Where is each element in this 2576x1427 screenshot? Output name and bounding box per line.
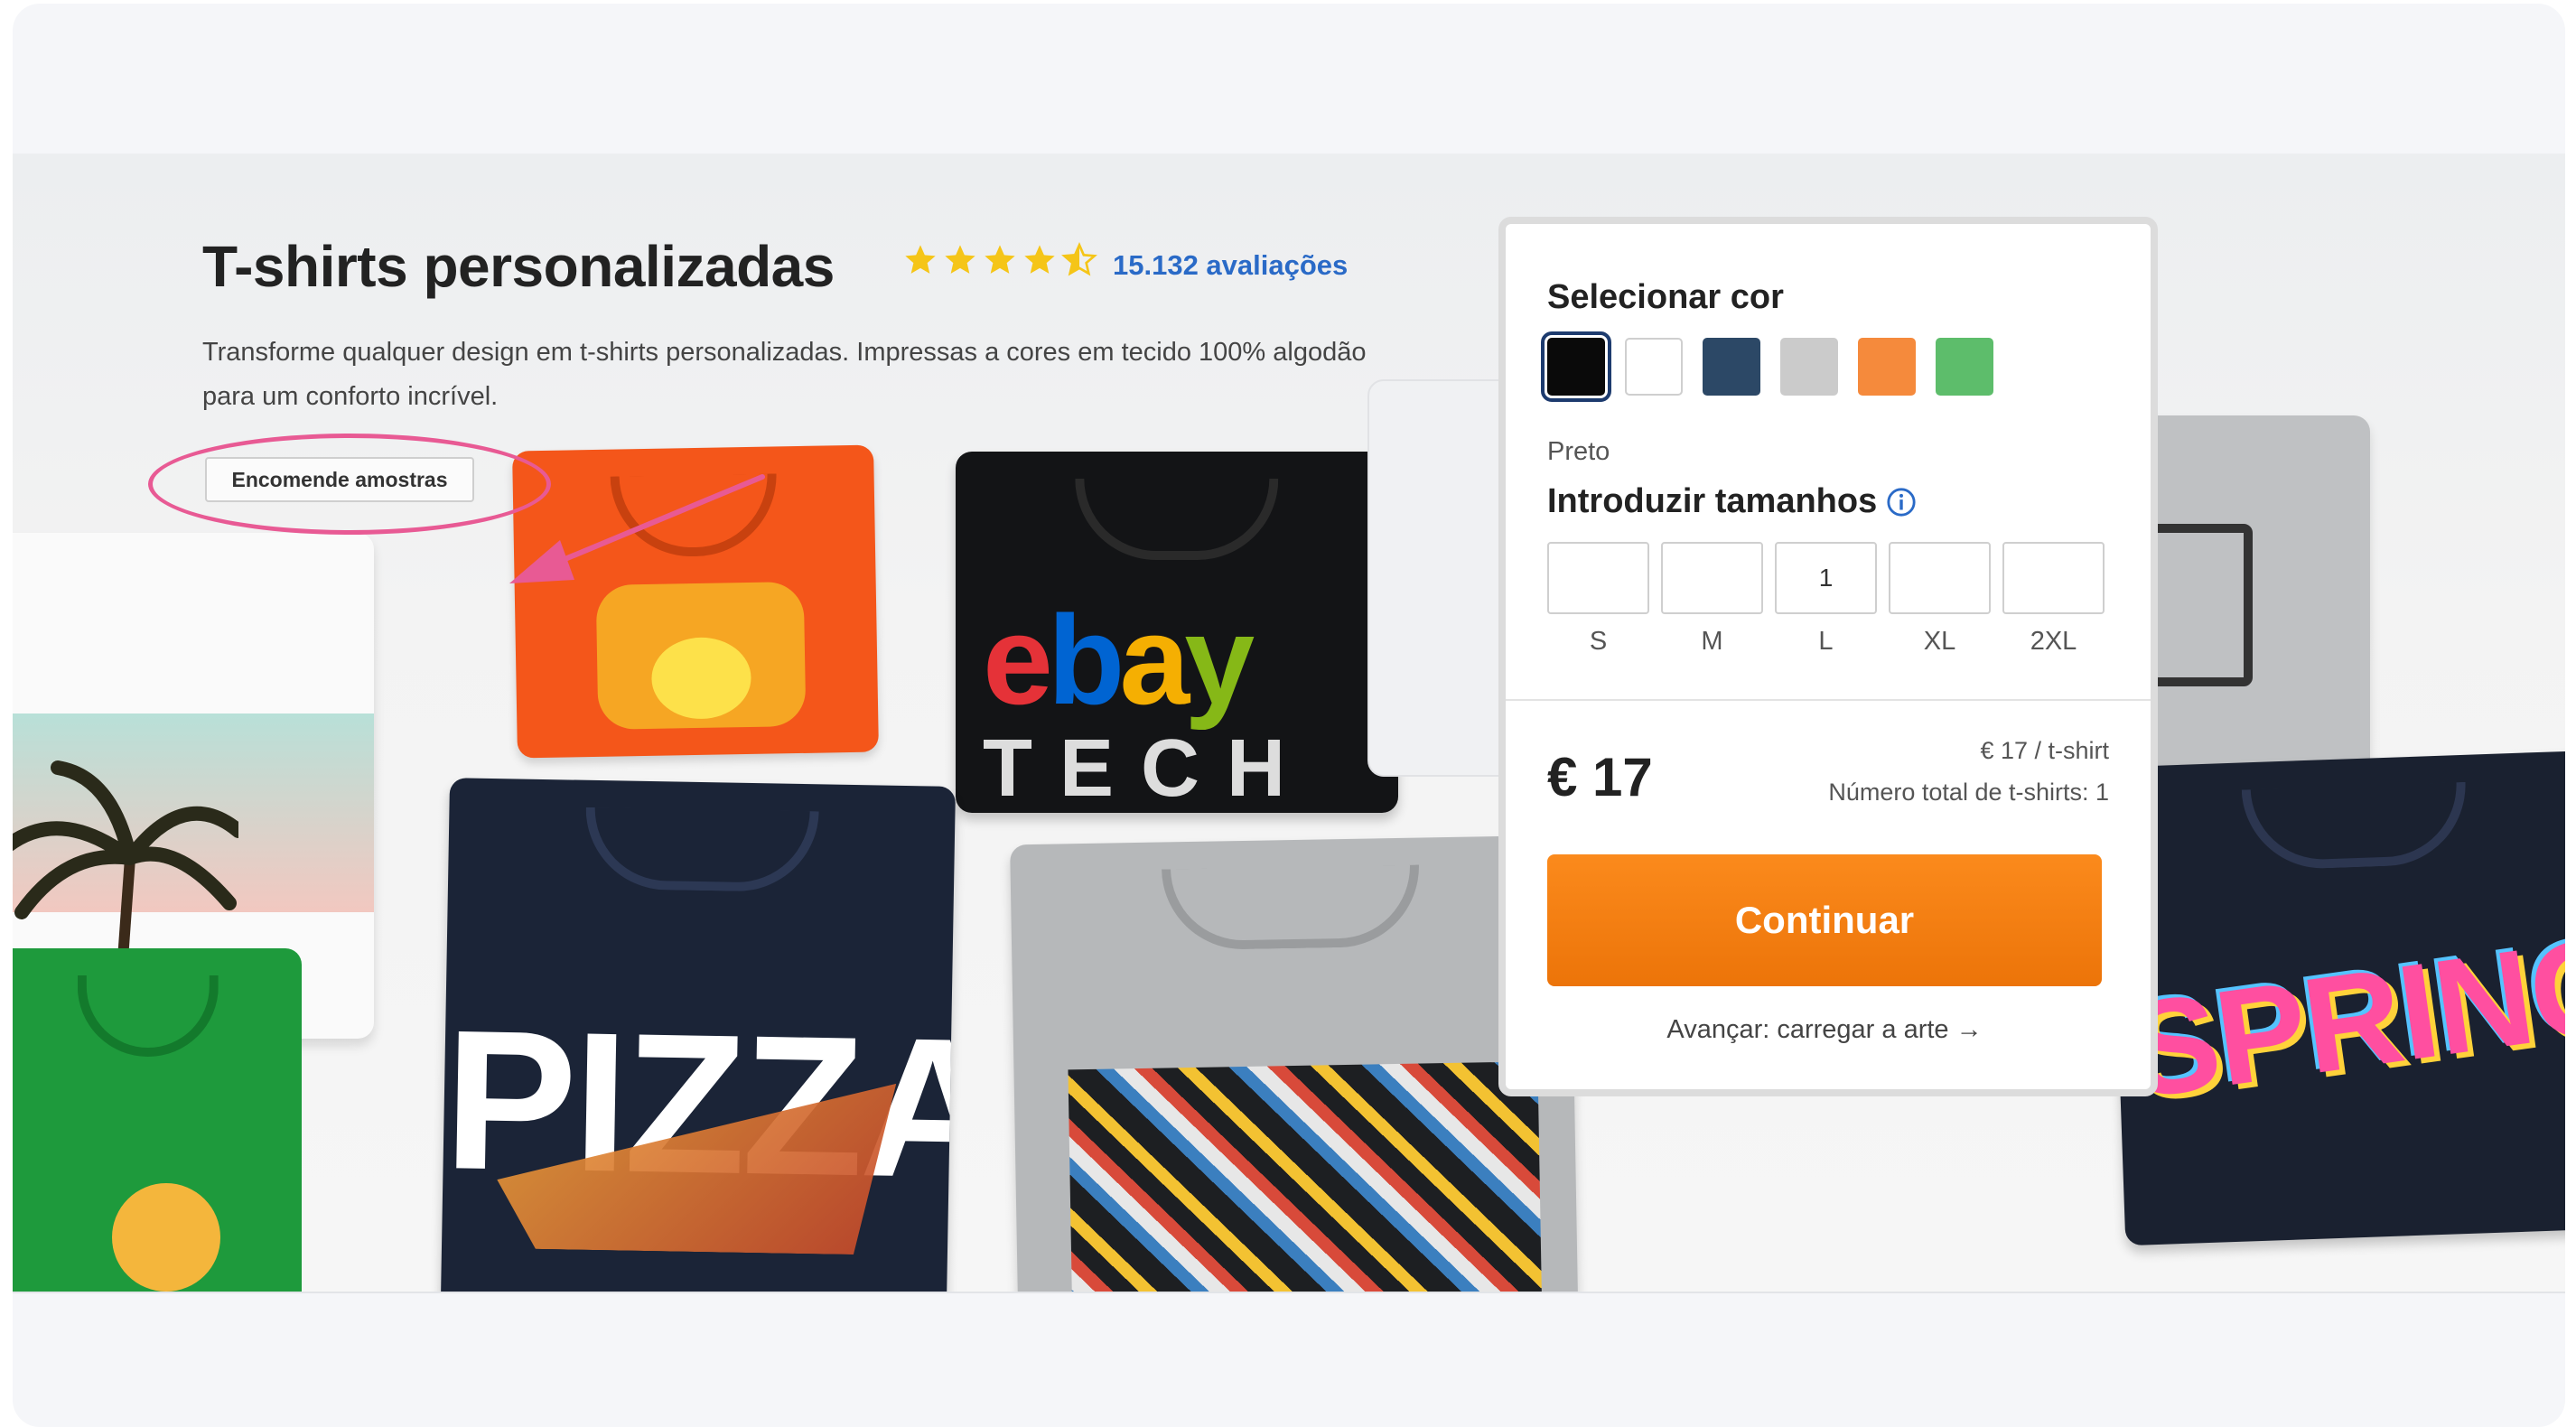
star-icon	[1024, 245, 1055, 274]
star-icon	[985, 245, 1015, 274]
reviews-link[interactable]: 15.132 avaliações	[1113, 249, 1348, 282]
tshirt-pizza: PIZZA	[439, 778, 956, 1293]
size-inputs: S M L XL 2XL	[1547, 542, 2105, 657]
star-half-icon	[1061, 242, 1097, 276]
color-swatch-black[interactable]	[1541, 331, 1611, 402]
color-swatches	[1541, 331, 1993, 402]
highlight-circle-annotation	[148, 434, 551, 535]
sticker-collage-graphic	[1068, 1061, 1543, 1293]
tshirt-spring: SPRING	[2108, 750, 2565, 1246]
tech-text: TECH	[983, 723, 1312, 813]
size-input-xl[interactable]	[1889, 542, 1991, 614]
star-icon	[905, 245, 936, 274]
color-swatch-navy[interactable]	[1703, 338, 1760, 396]
color-swatch-white[interactable]	[1625, 338, 1683, 396]
size-label-m: M	[1701, 627, 1723, 656]
size-column-m: M	[1661, 542, 1763, 657]
color-swatch-grey[interactable]	[1780, 338, 1838, 396]
size-label-l: L	[1818, 627, 1834, 656]
size-column-xl: XL	[1889, 542, 1991, 657]
star-icon	[945, 245, 975, 274]
tshirt-grey-stickers	[1010, 835, 1581, 1293]
size-column-s: S	[1547, 542, 1649, 657]
enter-sizes-text: Introduzir tamanhos	[1547, 482, 1878, 520]
size-column-l: L	[1775, 542, 1877, 657]
hero-description: Transforme qualquer design em t-shirts p…	[202, 338, 1367, 411]
total-shirt-count: Número total de t-shirts: 1	[1828, 779, 2109, 806]
selected-color-name: Preto	[1547, 437, 1610, 466]
info-icon[interactable]	[1886, 487, 1917, 518]
tshirt-green	[13, 948, 302, 1293]
size-input-l[interactable]	[1775, 542, 1877, 614]
size-input-m[interactable]	[1661, 542, 1763, 614]
next-step-link[interactable]: Avançar: carregar a arte →	[1547, 1015, 2102, 1045]
size-input-s[interactable]	[1547, 542, 1649, 614]
total-price: € 17	[1547, 747, 1653, 807]
dog-graphic	[112, 1183, 220, 1292]
color-swatch-green[interactable]	[1936, 338, 1993, 396]
unit-price: € 17 / t-shirt	[1980, 737, 2109, 764]
size-label-s: S	[1589, 627, 1608, 656]
annotation-arrow-icon	[509, 474, 765, 583]
product-config-card: Selecionar cor Preto Introduzir tamanhos	[1498, 217, 2158, 1096]
section-divider	[13, 1292, 2565, 1293]
card-divider	[1506, 699, 2151, 701]
enter-sizes-label: Introduzir tamanhos	[1547, 482, 1917, 521]
hero-section: ebay TECH PIZZA SPRING T-shirts personal…	[13, 154, 2565, 1293]
page-title: T-shirts personalizadas	[202, 234, 835, 299]
rating-stars	[902, 242, 1097, 282]
continue-button[interactable]: Continuar	[1547, 854, 2102, 986]
size-label-2xl: 2XL	[2030, 627, 2077, 656]
size-label-xl: XL	[1923, 627, 1956, 656]
size-column-2xl: 2XL	[2002, 542, 2105, 657]
size-input-2xl[interactable]	[2002, 542, 2105, 614]
page-frame: ebay TECH PIZZA SPRING T-shirts personal…	[13, 4, 2565, 1427]
ebay-logo: ebay	[983, 589, 1255, 731]
spring-text: SPRING	[2118, 905, 2565, 1127]
tshirt-ebay-tech: ebay TECH	[956, 452, 1398, 813]
color-swatch-orange[interactable]	[1858, 338, 1916, 396]
select-color-label: Selecionar cor	[1547, 278, 1784, 316]
